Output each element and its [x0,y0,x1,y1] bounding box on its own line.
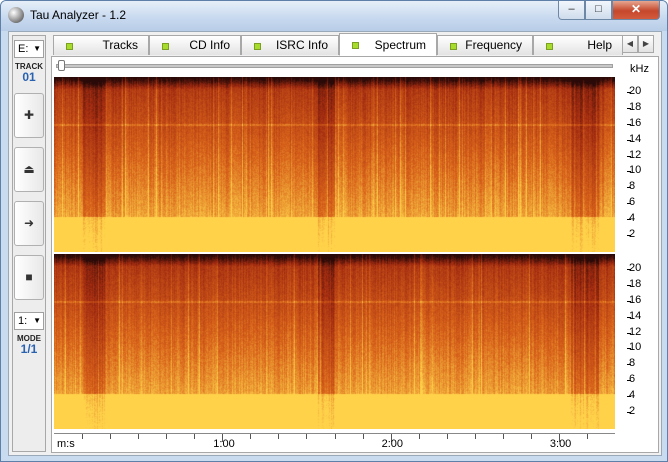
frequency-axis-2: 20 18 16 14 12 10 8 6 4 2 [615,254,655,429]
add-button[interactable]: ✚ [14,93,44,138]
time-tick-mark [418,434,420,439]
stop-button[interactable]: ■ [14,255,44,300]
drive-select[interactable]: E: ▼ [14,40,44,58]
tab-help[interactable]: Help [533,35,623,55]
minimize-icon: – [568,3,575,15]
frequency-tick-label: 6 [626,373,636,386]
time-tick-label: 1:00 [213,438,235,450]
chevron-down-icon: ▼ [33,44,41,53]
tab-label: CD Info [189,38,230,52]
client-area: E: ▼ TRACK 01 ✚ ⏏ ➜ ■ 1: ▼ MODE 1/1 Trac… [8,31,662,456]
window-title: Tau Analyzer - 1.2 [30,8,127,22]
frequency-tick-label: 6 [626,196,636,209]
eject-button[interactable]: ⏏ [14,147,44,192]
spectrum-panel: kHz 20 18 16 14 12 10 8 6 4 2 20 18 16 14 12 10 8 6 4 2 m:… [51,56,659,453]
close-button[interactable]: ✕ [612,1,660,20]
chevron-down-icon: ▼ [33,316,41,325]
frequency-tick-label: 2 [626,405,636,418]
maximize-button[interactable]: □ [585,1,612,20]
mode-combo-value: 1: [18,315,28,327]
slider-thumb[interactable] [58,60,65,71]
frequency-axis-1: 20 18 16 14 12 10 8 6 4 2 [615,77,655,252]
time-axis-label: m:s [57,438,75,450]
frequency-tick-label: 18 [626,100,642,113]
tab-label: Tracks [102,38,138,52]
stop-icon: ■ [25,270,33,284]
maximize-icon: □ [595,3,602,15]
time-tick-label: 3:00 [549,438,572,450]
status-led-icon [254,43,261,50]
close-icon: ✕ [630,2,642,16]
play-button[interactable]: ➜ [14,201,44,246]
time-tick-mark [194,434,196,439]
frequency-tick-label: 2 [626,228,636,241]
status-led-icon [66,43,73,50]
tab-frequency[interactable]: Frequency [437,35,533,55]
tab-spectrum[interactable]: Spectrum [339,33,437,56]
status-led-icon [162,43,169,50]
time-tick-mark [110,434,112,439]
position-slider[interactable] [56,64,613,68]
time-tick-mark [586,434,588,439]
spectrogram-channel-2 [54,254,615,429]
tab-isrc-info[interactable]: ISRC Info [241,35,339,55]
frequency-tick-label: 14 [626,132,642,145]
time-tick-mark [362,434,364,439]
time-tick-mark [446,434,448,439]
frequency-tick-label: 8 [626,180,636,193]
frequency-tick-label: 20 [626,84,642,97]
tab-label: Spectrum [374,38,426,52]
status-led-icon [546,43,553,50]
frequency-tick-label: 20 [626,261,642,274]
frequency-tick-label: 12 [626,325,642,338]
frequency-tick-label: 18 [626,277,642,290]
time-tick-mark [306,434,308,439]
frequency-tick-label: 10 [626,341,642,354]
time-tick-label: 2:00 [381,438,404,450]
add-icon: ✚ [23,108,35,122]
time-tick-mark [250,434,252,439]
frequency-tick-label: 10 [626,164,642,177]
title-bar: Tau Analyzer - 1.2 – □ ✕ [1,1,667,31]
tab-scroll-arrows: ◀ ▶ [622,35,654,53]
mode-value: 1/1 [20,342,38,356]
unit-label: kHz [630,63,649,75]
chevron-left-icon[interactable]: ◀ [622,35,638,53]
time-tick-mark [278,434,280,439]
tab-label: ISRC Info [275,38,328,52]
frequency-tick-label: 4 [626,389,636,402]
frequency-tick-label: 12 [626,148,642,161]
time-tick-mark [474,434,476,439]
tab-cd-info[interactable]: CD Info [149,35,241,55]
time-tick-mark [530,434,532,439]
time-tick-mark [82,434,84,439]
track-number: 01 [22,70,36,84]
frequency-tick-label: 4 [626,212,636,225]
minimize-button[interactable]: – [558,1,585,20]
spectrogram-channel-1 [54,77,615,252]
tab-label: Help [587,38,612,52]
tab-bar: Tracks CD Info ISRC Info Spectrum Freque… [51,32,643,56]
app-window: Tau Analyzer - 1.2 – □ ✕ E: ▼ TRACK 01 ✚… [0,0,668,462]
play-icon: ➜ [23,216,35,230]
time-tick-mark [166,434,168,439]
status-led-icon [450,43,457,50]
time-axis: m:s 1:00 2:00 3:00 [54,433,615,451]
time-tick-mark [138,434,140,439]
tab-tracks[interactable]: Tracks [53,35,149,55]
time-tick-mark [334,434,336,439]
status-led-icon [352,42,359,49]
frequency-tick-label: 8 [626,357,636,370]
drive-value: E: [18,43,29,55]
frequency-tick-label: 16 [626,116,642,129]
app-disc-icon [8,7,24,23]
tab-label: Frequency [465,38,522,52]
sidebar: E: ▼ TRACK 01 ✚ ⏏ ➜ ■ 1: ▼ MODE 1/1 [12,35,46,452]
frequency-tick-label: 16 [626,293,642,306]
chevron-right-icon[interactable]: ▶ [638,35,654,53]
mode-select[interactable]: 1: ▼ [14,312,44,330]
time-tick-mark [502,434,504,439]
frequency-tick-label: 14 [626,309,642,322]
eject-icon: ⏏ [23,162,35,176]
